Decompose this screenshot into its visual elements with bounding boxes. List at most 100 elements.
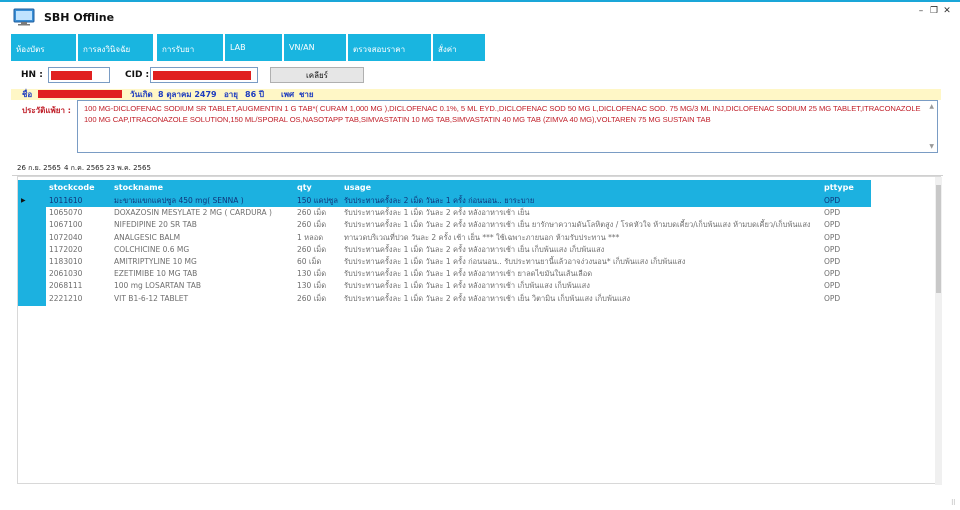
monitor-icon	[13, 8, 35, 26]
cell-pttype[interactable]: OPD	[824, 256, 864, 268]
sex-label: เพศ	[281, 90, 295, 99]
age-label: อายุ	[224, 90, 238, 99]
column-header-stockcode[interactable]: stockcode	[49, 183, 95, 192]
cell-stockcode[interactable]: 2068111	[49, 280, 109, 292]
cell-pttype[interactable]: OPD	[824, 207, 864, 219]
cell-stockcode[interactable]: 2061030	[49, 268, 109, 280]
toolbar-button-price-check[interactable]: ตรวจสอบราคา	[348, 34, 431, 61]
age-value: 86	[245, 90, 257, 99]
cell-qty[interactable]: 130 เม็ด	[297, 280, 343, 292]
cell-qty[interactable]: 150 แคปซูล	[297, 195, 343, 207]
cell-stockname[interactable]: 100 mg LOSARTAN TAB	[114, 280, 294, 292]
cell-stockcode[interactable]: 2221210	[49, 293, 109, 305]
cell-pttype[interactable]: OPD	[824, 293, 864, 305]
cell-stockname[interactable]: VIT B1-6-12 TABLET	[114, 293, 294, 305]
cell-usage[interactable]: รับประทานครั้งละ 1 เม็ด วันละ 2 ครั้ง หล…	[344, 244, 822, 256]
tab-visit-3[interactable]: 23 พ.ค. 2565	[106, 163, 151, 174]
cell-stockname[interactable]: EZETIMIBE 10 MG TAB	[114, 268, 294, 280]
grid-scrollbar-thumb[interactable]	[936, 185, 941, 293]
resize-grip-icon[interactable]: ⠿	[951, 499, 956, 507]
toolbar-button-vn-an[interactable]: VN/AN	[284, 34, 346, 61]
cell-stockcode[interactable]: 1065070	[49, 207, 109, 219]
tab-visit-2[interactable]: 4 ก.ค. 2565	[64, 163, 104, 174]
table-row[interactable]: 1072040 ANALGESIC BALM 1 หลอด ทานวดบริเวณที…	[46, 232, 871, 244]
cell-qty[interactable]: 1 หลอด	[297, 232, 343, 244]
patient-name-label: ชื่อ	[22, 90, 33, 99]
toolbar-button-medication[interactable]: การรับยา	[157, 34, 223, 61]
table-row[interactable]: 2221210 VIT B1-6-12 TABLET 260 เม็ด รับประท…	[46, 293, 871, 305]
allergy-history-text: 100 MG-DICLOFENAC SODIUM SR TABLET,AUGME…	[84, 104, 921, 124]
app-title: SBH Offline	[44, 11, 115, 24]
cell-stockcode[interactable]: 1011610	[49, 195, 109, 207]
cell-pttype[interactable]: OPD	[824, 280, 864, 292]
cell-qty[interactable]: 260 เม็ด	[297, 207, 343, 219]
grid-header: stockcode stockname qty usage pttype	[18, 180, 871, 195]
cell-stockcode[interactable]: 1183010	[49, 256, 109, 268]
scroll-down-icon[interactable]: ▼	[929, 143, 934, 150]
medication-grid: stockcode stockname qty usage pttype ▶ 1…	[17, 176, 942, 485]
cell-usage[interactable]: รับประทานครั้งละ 1 เม็ด วันละ 1 ครั้ง หล…	[344, 268, 822, 280]
hn-label: HN :	[21, 70, 43, 80]
minimize-button[interactable]: –	[915, 6, 927, 16]
table-row[interactable]: 2068111 100 mg LOSARTAN TAB 130 เม็ด รับประ…	[46, 280, 871, 292]
cell-usage[interactable]: รับประทานครั้งละ 1 เม็ด วันละ 1 ครั้ง หล…	[344, 280, 822, 292]
cell-qty[interactable]: 60 เม็ด	[297, 256, 343, 268]
cell-qty[interactable]: 130 เม็ด	[297, 268, 343, 280]
birthdate-value: 8 ตุลาคม 2479	[158, 90, 217, 99]
cell-stockcode[interactable]: 1172020	[49, 244, 109, 256]
cell-pttype[interactable]: OPD	[824, 195, 864, 207]
cell-stockcode[interactable]: 1067100	[49, 219, 109, 231]
cell-usage[interactable]: รับประทานครั้งละ 1 เม็ด วันละ 2 ครั้ง หล…	[344, 207, 822, 219]
table-row[interactable]: 1172020 COLCHICINE 0.6 MG 260 เม็ด รับประทา…	[46, 244, 871, 256]
cell-pttype[interactable]: OPD	[824, 268, 864, 280]
cell-stockname[interactable]: ANALGESIC BALM	[114, 232, 294, 244]
column-header-pttype[interactable]: pttype	[824, 183, 854, 192]
cell-stockcode[interactable]: 1072040	[49, 232, 109, 244]
scroll-up-icon[interactable]: ▲	[929, 103, 934, 110]
cell-stockname[interactable]: NIFEDIPINE 20 SR TAB	[114, 219, 294, 231]
cell-qty[interactable]: 260 เม็ด	[297, 219, 343, 231]
column-header-usage[interactable]: usage	[344, 183, 371, 192]
row-header-column: ▶	[18, 180, 46, 306]
table-row[interactable]: 2061030 EZETIMIBE 10 MG TAB 130 เม็ด รับประ…	[46, 268, 871, 280]
cell-stockname[interactable]: COLCHICINE 0.6 MG	[114, 244, 294, 256]
cell-stockname[interactable]: AMITRIPTYLINE 10 MG	[114, 256, 294, 268]
age-unit: ปี	[259, 90, 265, 99]
patient-info-bar: ชื่อ วันเกิด 8 ตุลาคม 2479 อายุ 86 ปี เพ…	[11, 89, 941, 100]
birthdate-label: วันเกิด	[130, 90, 153, 99]
cid-input[interactable]	[150, 67, 258, 83]
close-button[interactable]: ✕	[941, 6, 953, 16]
cell-usage[interactable]: ทานวดบริเวณที่ปวด วันละ 2 ครั้ง เช้า เย็…	[344, 232, 822, 244]
cell-qty[interactable]: 260 เม็ด	[297, 244, 343, 256]
cell-stockname[interactable]: มะขามแขกแคปซูล 450 mg( SENNA )	[114, 195, 294, 207]
clear-button[interactable]: เคลียร์	[270, 67, 364, 83]
cell-usage[interactable]: รับประทานครั้งละ 1 เม็ด วันละ 2 ครั้ง หล…	[344, 219, 822, 231]
toolbar-button-registration[interactable]: ห้องบัตร	[11, 34, 76, 61]
toolbar-button-lab[interactable]: LAB	[225, 34, 282, 61]
allergy-history-textbox[interactable]: 100 MG-DICLOFENAC SODIUM SR TABLET,AUGME…	[77, 100, 938, 153]
cell-qty[interactable]: 260 เม็ด	[297, 293, 343, 305]
title-bar: SBH Offline – ❐ ✕	[0, 2, 960, 32]
hn-input[interactable]	[48, 67, 110, 83]
restore-button[interactable]: ❐	[928, 6, 940, 16]
table-row[interactable]: 1065070 DOXAZOSIN MESYLATE 2 MG ( CARDURA…	[46, 207, 871, 219]
cell-usage[interactable]: รับประทานครั้งละ 1 เม็ด วันละ 2 ครั้ง หล…	[344, 293, 822, 305]
table-row[interactable]: 1011610 มะขามแขกแคปซูล 450 mg( SENNA ) 150…	[46, 195, 871, 207]
cell-usage[interactable]: รับประทานครั้งละ 2 เม็ด วันละ 1 ครั้ง ก่…	[344, 195, 822, 207]
hn-redaction	[51, 71, 92, 80]
cell-pttype[interactable]: OPD	[824, 244, 864, 256]
cell-pttype[interactable]: OPD	[824, 232, 864, 244]
sex-value: ชาย	[299, 90, 314, 99]
cell-stockname[interactable]: DOXAZOSIN MESYLATE 2 MG ( CARDURA )	[114, 207, 294, 219]
cell-usage[interactable]: รับประทานครั้งละ 1 เม็ด วันละ 1 ครั้ง ก่…	[344, 256, 822, 268]
toolbar-button-diagnosis[interactable]: การลงวินิจฉัย	[78, 34, 153, 61]
table-row[interactable]: 1183010 AMITRIPTYLINE 10 MG 60 เม็ด รับประท…	[46, 256, 871, 268]
column-header-stockname[interactable]: stockname	[114, 183, 163, 192]
grid-scrollbar[interactable]	[935, 177, 942, 485]
toolbar-button-orders[interactable]: สั่งค่า	[433, 34, 485, 61]
column-header-qty[interactable]: qty	[297, 183, 312, 192]
cell-pttype[interactable]: OPD	[824, 219, 864, 231]
tab-visit-1[interactable]: 26 ก.ย. 2565	[17, 163, 61, 174]
triangle-right-icon: ▶	[21, 197, 26, 204]
table-row[interactable]: 1067100 NIFEDIPINE 20 SR TAB 260 เม็ด รับปร…	[46, 219, 871, 231]
